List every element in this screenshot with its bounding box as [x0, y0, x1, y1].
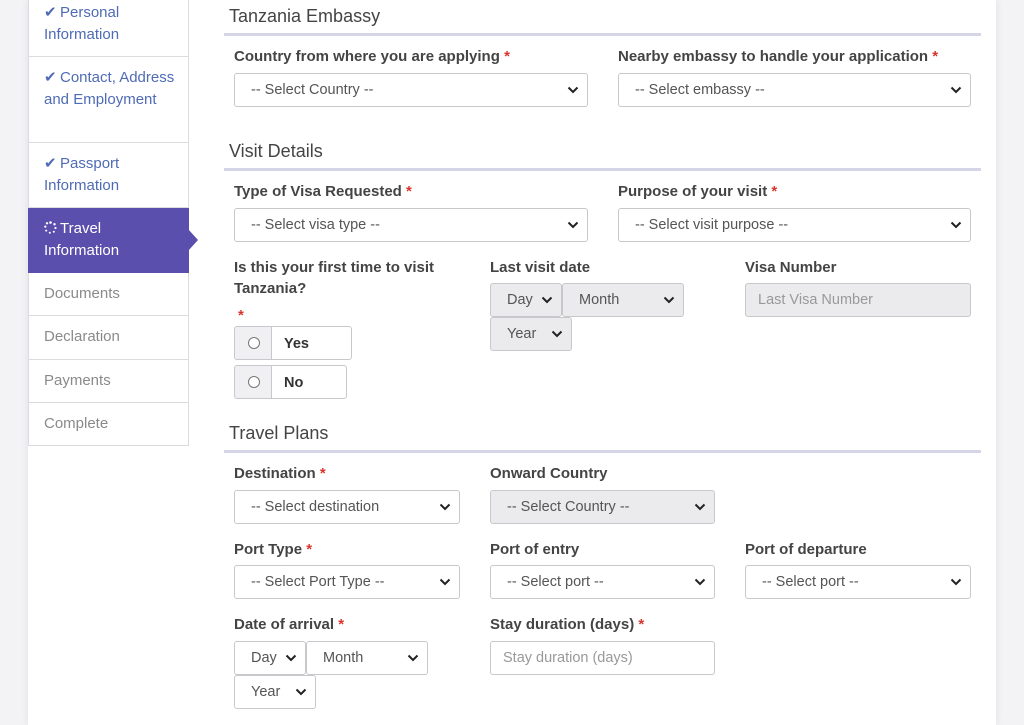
- sidebar-item-label: Complete: [44, 415, 109, 432]
- check-icon: ✔: [44, 69, 57, 86]
- destination-label: Destination *: [234, 465, 326, 482]
- purpose-label: Purpose of your visit *: [618, 183, 778, 200]
- section-divider: [224, 33, 981, 36]
- sidebar-item-contact[interactable]: ✔ Contact, Address and Employment: [28, 57, 189, 143]
- sidebar-item-payments[interactable]: Payments: [28, 360, 189, 403]
- sidebar-item-label: Declaration: [44, 328, 120, 345]
- chevron-down-icon: [950, 577, 962, 587]
- arrival-date-label: Date of arrival *: [234, 616, 345, 633]
- country-label: Country from where you are applying *: [234, 48, 510, 65]
- radio-no[interactable]: [248, 376, 260, 388]
- radio-yes[interactable]: [248, 337, 260, 349]
- destination-select[interactable]: -- Select destination: [234, 490, 460, 524]
- radio-box: [234, 365, 272, 399]
- chevron-down-icon: [694, 577, 706, 587]
- chevron-down-icon: [285, 653, 297, 663]
- port-type-select[interactable]: -- Select Port Type --: [234, 565, 460, 599]
- onward-country-label: Onward Country: [490, 465, 608, 482]
- purpose-select[interactable]: -- Select visit purpose --: [618, 208, 971, 242]
- port-departure-label: Port of departure: [745, 541, 867, 558]
- first-time-yes-option[interactable]: Yes: [234, 326, 352, 360]
- visa-type-label: Type of Visa Requested *: [234, 183, 412, 200]
- first-time-no-option[interactable]: No: [234, 365, 347, 399]
- chevron-down-icon: [567, 85, 579, 95]
- section-divider: [224, 450, 981, 453]
- sidebar-item-personal-information[interactable]: ✔ Personal Information: [28, 0, 189, 57]
- chevron-down-icon: [295, 687, 307, 697]
- check-icon: ✔: [44, 4, 57, 21]
- first-time-label: Is this your first time to visit Tanzani…: [234, 259, 435, 297]
- check-icon: ✔: [44, 155, 57, 172]
- sidebar-item-label: Payments: [44, 372, 111, 389]
- chevron-down-icon: [950, 85, 962, 95]
- visa-type-select[interactable]: -- Select visa type --: [234, 208, 588, 242]
- sidebar-item-passport-information[interactable]: ✔ Passport Information: [28, 143, 189, 208]
- no-label: No: [271, 365, 347, 399]
- arrival-day-select[interactable]: Day: [234, 641, 306, 675]
- sidebar-item-declaration[interactable]: Declaration: [28, 316, 189, 360]
- sidebar-item-travel-information[interactable]: Travel Information: [28, 208, 198, 273]
- chevron-down-icon: [950, 220, 962, 230]
- arrival-year-select[interactable]: Year: [234, 675, 316, 709]
- chevron-down-icon: [551, 329, 563, 339]
- sidebar-item-complete[interactable]: Complete: [28, 403, 189, 446]
- sidebar-item-label: Contact, Address and Employment: [44, 69, 175, 108]
- chevron-down-icon: [439, 577, 451, 587]
- yes-label: Yes: [271, 326, 352, 360]
- visa-number-label: Visa Number: [745, 259, 837, 276]
- section-title-embassy: Tanzania Embassy: [229, 6, 381, 26]
- last-visit-label: Last visit date: [490, 259, 591, 276]
- port-departure-select[interactable]: -- Select port --: [745, 565, 971, 599]
- active-arrow: [188, 229, 198, 251]
- spinner-icon: [44, 218, 60, 240]
- section-title-plans: Travel Plans: [229, 423, 329, 443]
- chevron-down-icon: [439, 502, 451, 512]
- required-mark: *: [238, 307, 244, 324]
- last-visit-year-select[interactable]: Year: [490, 317, 572, 351]
- port-type-label: Port Type *: [234, 541, 313, 558]
- radio-box: [234, 326, 272, 360]
- sidebar-item-documents[interactable]: Documents: [28, 273, 189, 316]
- onward-country-select[interactable]: -- Select Country --: [490, 490, 715, 524]
- port-entry-label: Port of entry: [490, 541, 580, 558]
- embassy-select[interactable]: -- Select embassy --: [618, 73, 971, 107]
- chevron-down-icon: [541, 295, 553, 305]
- embassy-label: Nearby embassy to handle your applicatio…: [618, 48, 939, 65]
- sidebar-item-label: Documents: [44, 285, 120, 302]
- country-select[interactable]: -- Select Country --: [234, 73, 588, 107]
- section-title-visit: Visit Details: [229, 141, 323, 161]
- last-visit-day-select[interactable]: Day: [490, 283, 562, 317]
- last-visit-month-select[interactable]: Month: [562, 283, 684, 317]
- chevron-down-icon: [567, 220, 579, 230]
- chevron-down-icon: [663, 295, 675, 305]
- section-divider: [224, 168, 981, 171]
- stay-duration-input[interactable]: Stay duration (days): [490, 641, 715, 675]
- chevron-down-icon: [407, 653, 419, 663]
- stay-duration-label: Stay duration (days) *: [490, 616, 645, 633]
- visa-number-input[interactable]: Last Visa Number: [745, 283, 971, 317]
- port-entry-select[interactable]: -- Select port --: [490, 565, 715, 599]
- arrival-month-select[interactable]: Month: [306, 641, 428, 675]
- chevron-down-icon: [694, 502, 706, 512]
